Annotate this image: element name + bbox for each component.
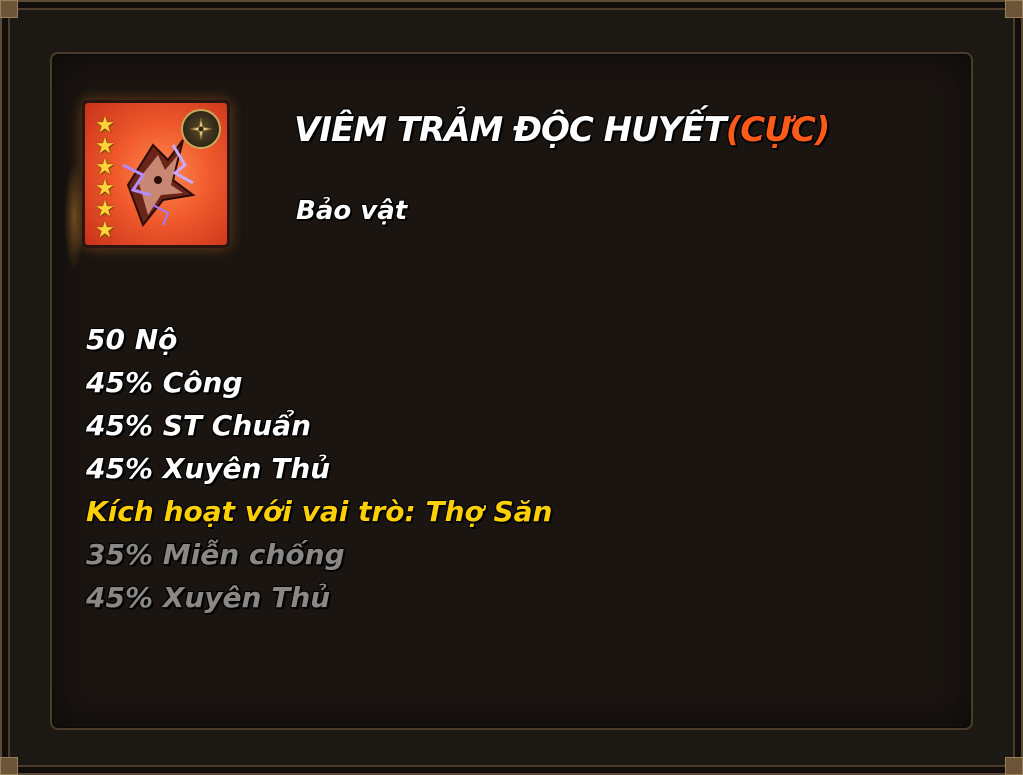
stat-line: 45% ST Chuẩn <box>86 409 312 442</box>
role-activation-line: Kích hoạt với vai trò: Thợ Săn <box>86 495 553 528</box>
shuriken-icon <box>189 117 213 141</box>
class-badge <box>181 109 221 149</box>
frame-corner <box>0 757 18 775</box>
tooltip-window: ★ ★ ★ ★ ★ ★ VIÊM TRẢM ĐỘC HUYẾT(CỰC) Bảo… <box>0 0 1023 775</box>
stat-line: 45% Công <box>86 366 243 399</box>
item-title: VIÊM TRẢM ĐỘC HUYẾT(CỰC) <box>294 110 831 150</box>
item-icon: ★ ★ ★ ★ ★ ★ <box>82 100 230 248</box>
locked-stat-line: 45% Xuyên Thủ <box>86 581 331 614</box>
frame-corner <box>1005 757 1023 775</box>
stat-line: 50 Nộ <box>86 323 178 356</box>
frame-corner <box>0 0 18 18</box>
item-grade: (CỰC) <box>725 110 831 150</box>
stat-list: 50 Nộ 45% Công 45% ST Chuẩn 45% Xuyên Th… <box>86 318 552 619</box>
frame-corner <box>1005 0 1023 18</box>
icon-glow <box>64 162 84 272</box>
stat-line: 45% Xuyên Thủ <box>86 452 331 485</box>
item-type: Bảo vật <box>296 196 408 226</box>
item-name: VIÊM TRẢM ĐỘC HUYẾT <box>294 110 727 150</box>
locked-stat-line: 35% Miễn chống <box>86 538 345 571</box>
